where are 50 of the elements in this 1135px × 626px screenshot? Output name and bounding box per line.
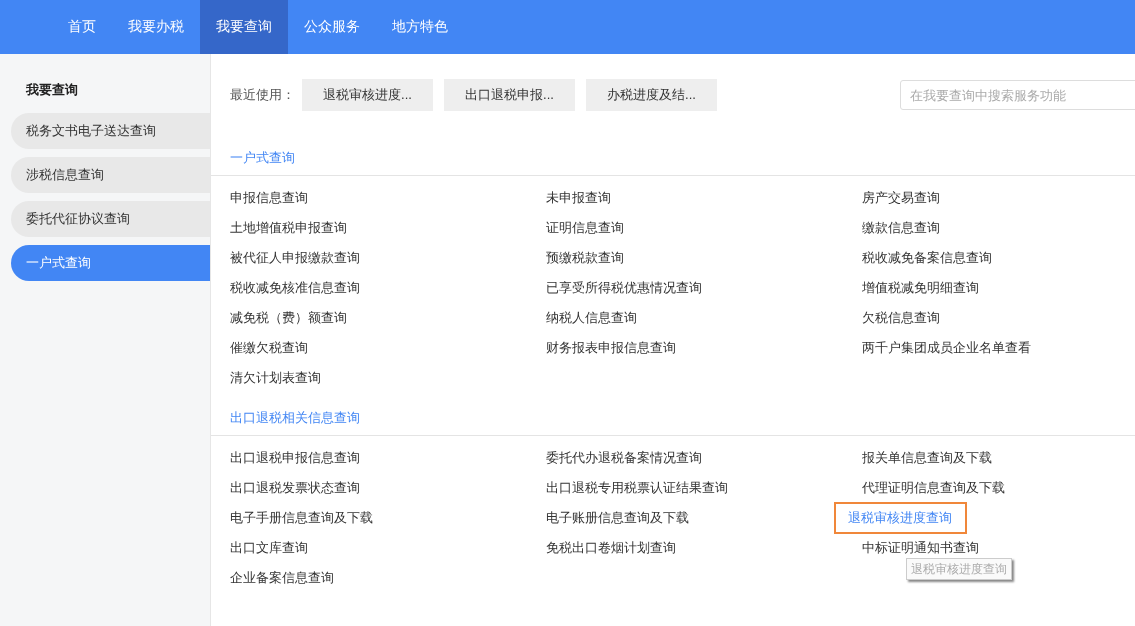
query-link[interactable]: 纳税人信息查询 bbox=[546, 310, 637, 325]
query-link[interactable]: 两千户集团成员企业名单查看 bbox=[862, 340, 1031, 355]
recent-button[interactable]: 出口退税申报... bbox=[444, 79, 575, 111]
query-link[interactable]: 证明信息查询 bbox=[546, 220, 624, 235]
sidebar-title: 我要查询 bbox=[25, 81, 79, 99]
sidebar-item[interactable]: 委托代征协议查询 bbox=[11, 201, 210, 237]
query-link[interactable]: 免税出口卷烟计划查询 bbox=[546, 540, 676, 555]
query-link[interactable]: 清欠计划表查询 bbox=[230, 370, 321, 385]
sidebar-item[interactable]: 一户式查询 bbox=[11, 245, 210, 281]
query-link[interactable]: 被代征人申报缴款查询 bbox=[230, 250, 360, 265]
query-link[interactable]: 出口退税专用税票认证结果查询 bbox=[546, 480, 728, 495]
nav-tab[interactable]: 公众服务 bbox=[288, 0, 376, 54]
query-link[interactable]: 缴款信息查询 bbox=[862, 220, 940, 235]
query-link[interactable]: 申报信息查询 bbox=[230, 190, 308, 205]
query-link[interactable]: 税收减免核准信息查询 bbox=[230, 280, 360, 295]
recent-button[interactable]: 退税审核进度... bbox=[302, 79, 433, 111]
recent-label: 最近使用： bbox=[230, 86, 295, 104]
sidebar-item[interactable]: 税务文书电子送达查询 bbox=[11, 113, 210, 149]
query-link[interactable]: 催缴欠税查询 bbox=[230, 340, 308, 355]
query-link[interactable]: 电子手册信息查询及下载 bbox=[230, 510, 373, 525]
nav-tab[interactable]: 首页 bbox=[52, 0, 112, 54]
nav-tab[interactable]: 我要查询 bbox=[200, 0, 288, 54]
query-link[interactable]: 委托代办退税备案情况查询 bbox=[546, 450, 702, 465]
query-link[interactable]: 出口退税发票状态查询 bbox=[230, 480, 360, 495]
query-link[interactable]: 报关单信息查询及下载 bbox=[862, 450, 992, 465]
query-link[interactable]: 代理证明信息查询及下载 bbox=[862, 480, 1005, 495]
recent-button[interactable]: 办税进度及结... bbox=[586, 79, 717, 111]
nav-tab[interactable]: 我要办税 bbox=[112, 0, 200, 54]
query-link[interactable]: 出口退税申报信息查询 bbox=[230, 450, 360, 465]
query-link[interactable]: 中标证明通知书查询 bbox=[862, 540, 979, 555]
nav-tab[interactable]: 地方特色 bbox=[376, 0, 464, 54]
query-link[interactable]: 退税审核进度查询 bbox=[836, 504, 965, 532]
query-link[interactable]: 增值税减免明细查询 bbox=[862, 280, 979, 295]
sidebar-item[interactable]: 涉税信息查询 bbox=[11, 157, 210, 193]
query-link[interactable]: 税收减免备案信息查询 bbox=[862, 250, 992, 265]
section-title: 一户式查询 bbox=[211, 149, 1135, 176]
query-link[interactable]: 欠税信息查询 bbox=[862, 310, 940, 325]
section-title: 出口退税相关信息查询 bbox=[211, 409, 1135, 436]
query-link[interactable]: 已享受所得税优惠情况查询 bbox=[546, 280, 702, 295]
query-link[interactable]: 房产交易查询 bbox=[862, 190, 940, 205]
search-field[interactable]: 在我要查询中搜索服务功能 bbox=[900, 80, 1135, 110]
query-link[interactable]: 企业备案信息查询 bbox=[230, 570, 334, 585]
query-link[interactable]: 土地增值税申报查询 bbox=[230, 220, 347, 235]
query-link[interactable]: 财务报表申报信息查询 bbox=[546, 340, 676, 355]
query-link[interactable]: 减免税（费）额查询 bbox=[230, 310, 347, 325]
tooltip: 退税审核进度查询 bbox=[906, 558, 1012, 580]
query-link[interactable]: 预缴税款查询 bbox=[546, 250, 624, 265]
query-link[interactable]: 出口文库查询 bbox=[230, 540, 308, 555]
query-link[interactable]: 未申报查询 bbox=[546, 190, 611, 205]
query-link[interactable]: 电子账册信息查询及下载 bbox=[546, 510, 689, 525]
